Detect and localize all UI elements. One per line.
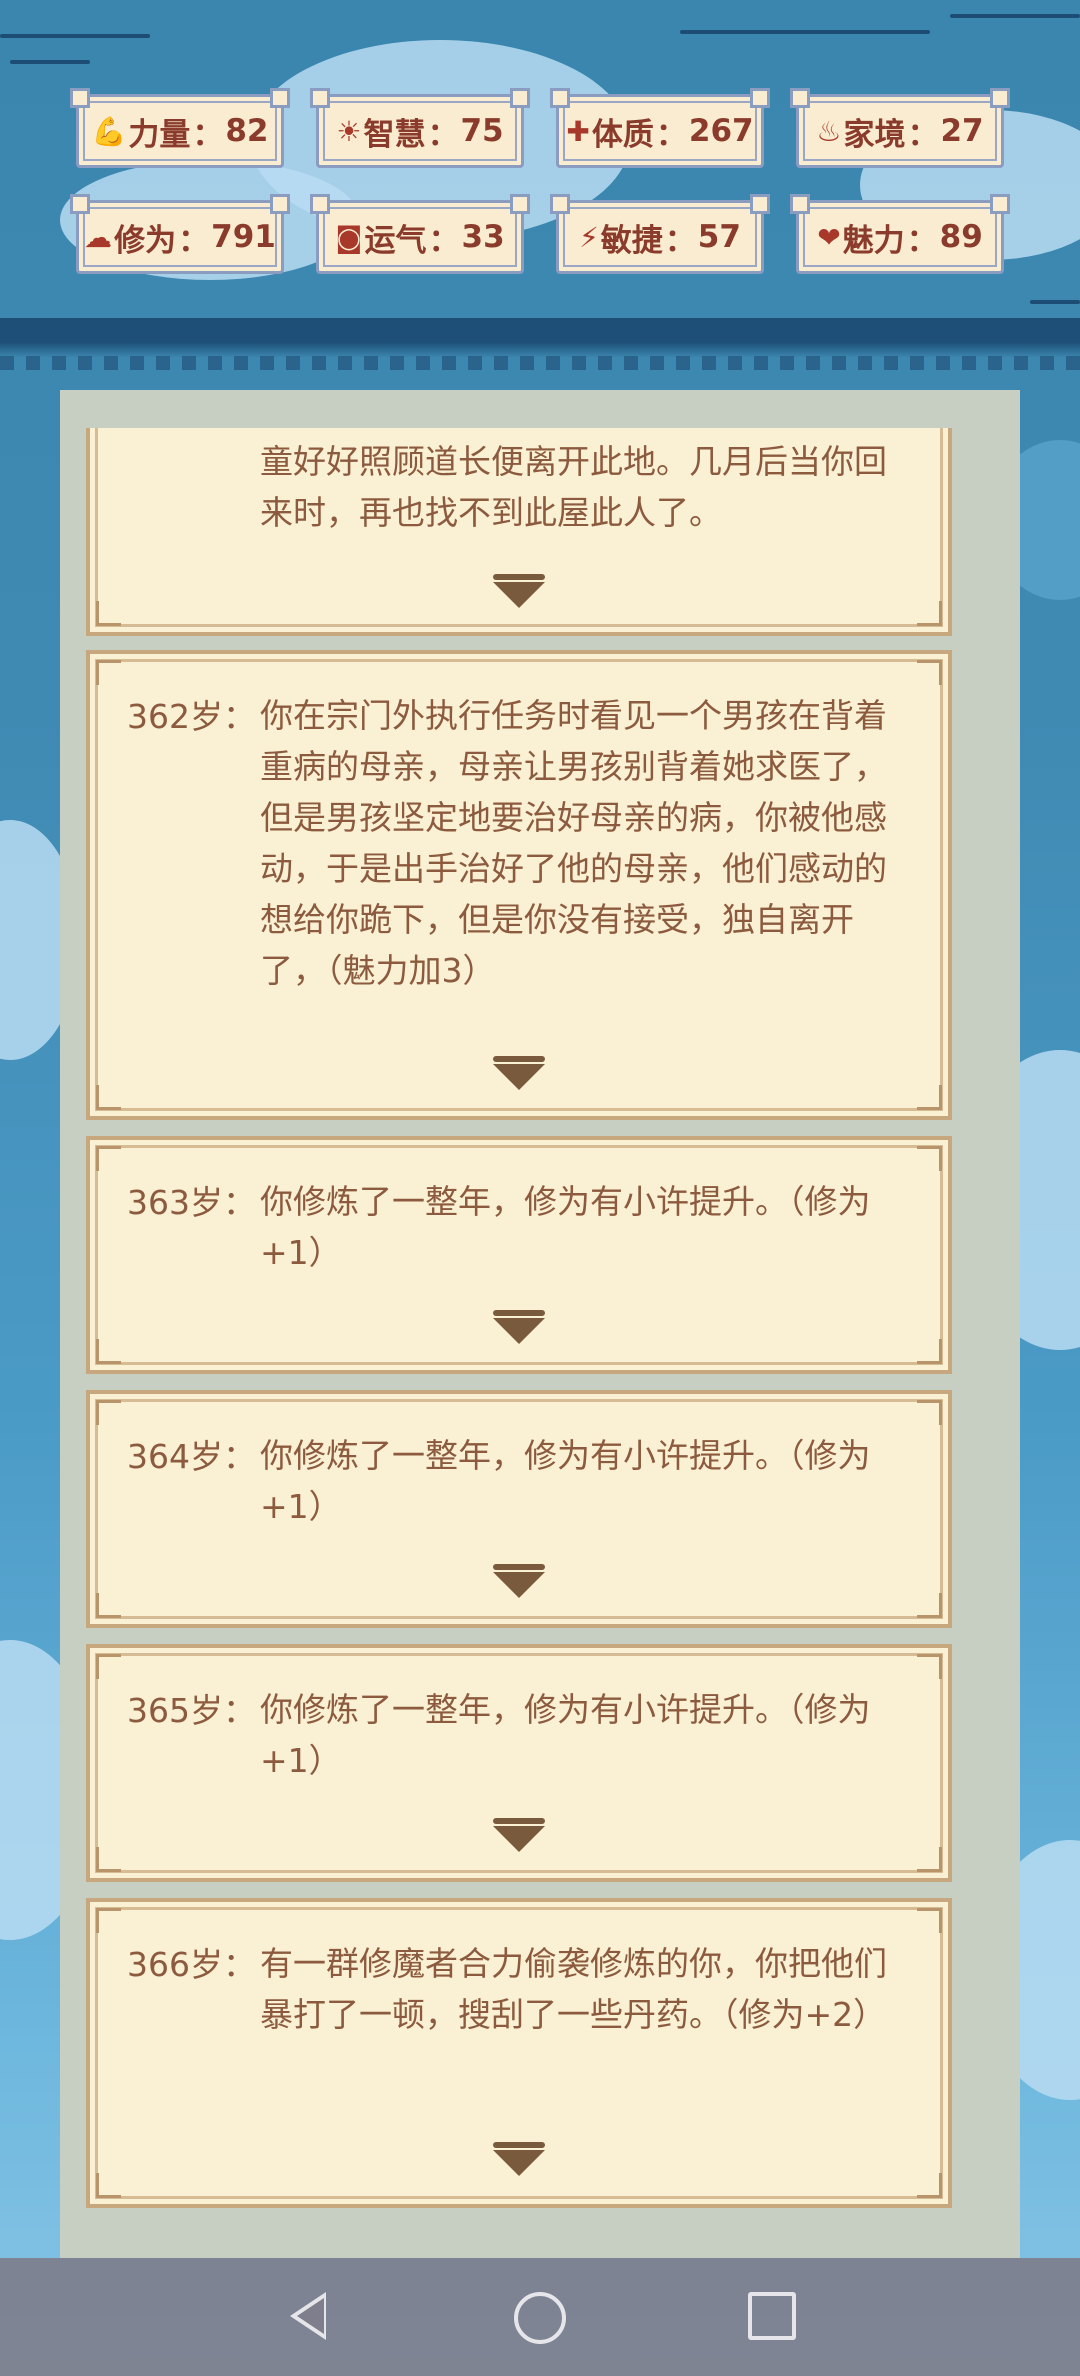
stat-luck: ◙ 运气： 33 <box>310 194 530 274</box>
stat-family: ♨ 家境： 27 <box>790 88 1010 168</box>
stat-label: 运气 <box>364 222 427 259</box>
event-age: 364岁： <box>127 1437 256 1476</box>
event-card[interactable]: 童好好照顾道长便离开此地。几月后当你回来时，再也找不到此屋此人了。 <box>86 428 952 636</box>
event-log-panel: 童好好照顾道长便离开此地。几月后当你回来时，再也找不到此屋此人了。 362岁： … <box>60 390 1020 2258</box>
event-text: 你修炼了一整年，修为有小许提升。（修为+1） <box>260 1182 871 1272</box>
expand-arrow-icon[interactable] <box>493 2142 545 2176</box>
event-text: 你在宗门外执行任务时看见一个男孩在背着重病的母亲，母亲让男孩别背着她求医了，但是… <box>260 696 887 990</box>
stat-label: 体质 <box>591 116 654 153</box>
stat-strength: 💪 力量： 82 <box>70 88 290 168</box>
arm-icon: 💪 <box>91 114 127 148</box>
event-card[interactable]: 362岁： 你在宗门外执行任务时看见一个男孩在背着重病的母亲，母亲让男孩别背着她… <box>86 650 952 1120</box>
event-card[interactable]: 365岁： 你修炼了一整年，修为有小许提升。（修为+1） <box>86 1644 952 1882</box>
stat-value: 75 <box>460 113 504 149</box>
stat-charm: ❤ 魅力： 89 <box>790 194 1010 274</box>
event-card[interactable]: 366岁： 有一群修魔者合力偷袭修炼的你，你把他们暴打了一顿，搜刮了一些丹药。（… <box>86 1898 952 2208</box>
event-text: 你修炼了一整年，修为有小许提升。（修为+1） <box>260 1690 871 1780</box>
stat-value: 82 <box>225 113 269 149</box>
stat-value: 27 <box>940 113 984 149</box>
stat-constitution: ✚ 体质： 267 <box>550 88 770 168</box>
stat-label: 家境 <box>843 116 906 153</box>
event-card[interactable]: 363岁： 你修炼了一整年，修为有小许提升。（修为+1） <box>86 1136 952 1374</box>
stat-agility: ⚡ 敏捷： 57 <box>550 194 770 274</box>
stat-label: 修为 <box>114 222 177 259</box>
expand-arrow-icon[interactable] <box>493 1564 545 1598</box>
lightbulb-icon: ☀ <box>336 114 362 148</box>
event-age: 362岁： <box>127 697 256 736</box>
event-card[interactable]: 364岁： 你修炼了一整年，修为有小许提升。（修为+1） <box>86 1390 952 1628</box>
recent-apps-icon[interactable] <box>748 2292 796 2340</box>
stat-value: 791 <box>211 219 276 255</box>
expand-arrow-icon[interactable] <box>493 1056 545 1090</box>
money-bag-icon: ♨ <box>816 114 842 148</box>
back-icon[interactable] <box>290 2292 326 2340</box>
stat-value: 57 <box>697 219 741 255</box>
stat-label: 智慧 <box>363 116 426 153</box>
home-icon[interactable] <box>514 2292 566 2344</box>
event-age: 366岁： <box>127 1945 256 1984</box>
event-text: 童好好照顾道长便离开此地。几月后当你回来时，再也找不到此屋此人了。 <box>260 442 887 532</box>
stat-cultivation: ☁ 修为： 791 <box>70 194 290 274</box>
stat-value: 89 <box>939 219 983 255</box>
event-age: 363岁： <box>127 1183 256 1222</box>
event-text: 你修炼了一整年，修为有小许提升。（修为+1） <box>260 1436 871 1526</box>
stat-label: 力量 <box>128 116 191 153</box>
event-list[interactable]: 童好好照顾道长便离开此地。几月后当你回来时，再也找不到此屋此人了。 362岁： … <box>86 428 952 2223</box>
event-text: 有一群修魔者合力偷袭修炼的你，你把他们暴打了一顿，搜刮了一些丹药。（修为+2） <box>260 1944 887 2034</box>
stat-value: 33 <box>461 219 505 255</box>
expand-arrow-icon[interactable] <box>493 1818 545 1852</box>
stat-label: 敏捷 <box>600 222 663 259</box>
expand-arrow-icon[interactable] <box>493 1310 545 1344</box>
stat-wisdom: ☀ 智慧： 75 <box>310 88 530 168</box>
heart-icon: ❤ <box>817 220 841 254</box>
expand-arrow-icon[interactable] <box>493 574 545 608</box>
lightning-icon: ⚡ <box>579 220 599 254</box>
body-icon: ✚ <box>566 114 590 148</box>
system-nav-bar <box>0 2258 1080 2376</box>
stat-label: 魅力 <box>842 222 905 259</box>
cloud-icon: ☁ <box>84 220 113 254</box>
luck-icon: ◙ <box>335 220 363 254</box>
stat-value: 267 <box>688 113 754 149</box>
event-age: 365岁： <box>127 1691 256 1730</box>
